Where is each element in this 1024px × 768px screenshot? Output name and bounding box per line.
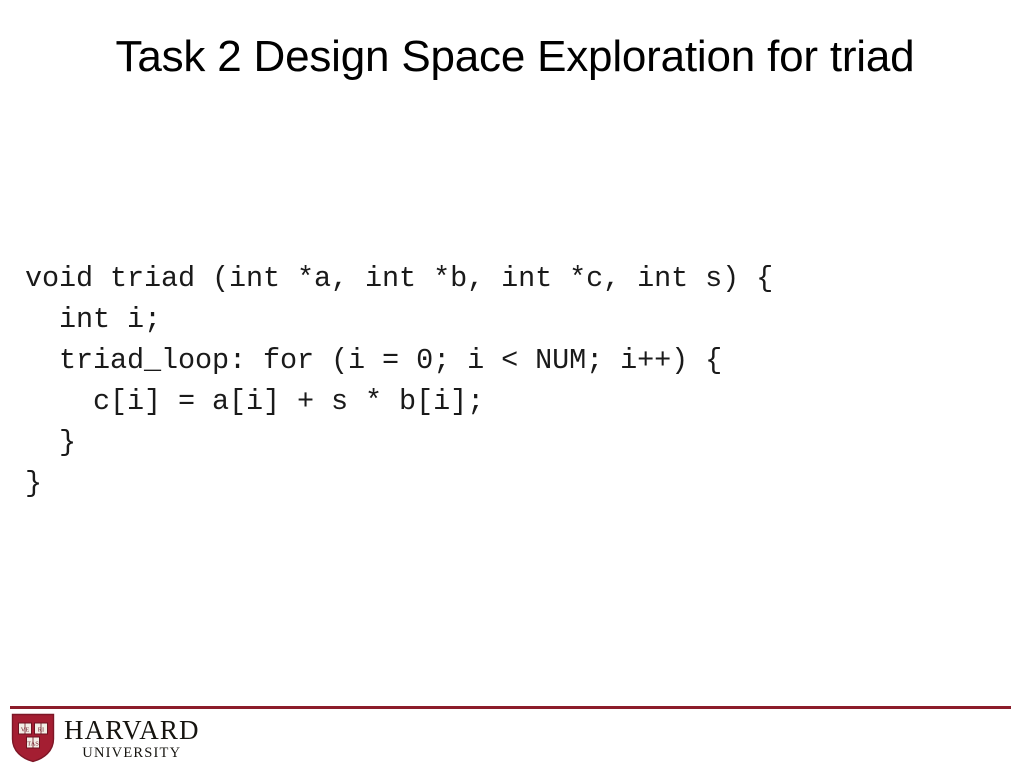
page-title: Task 2 Design Space Exploration for tria…	[115, 32, 915, 81]
title-block: Task 2 Design Space Exploration for tria…	[95, 30, 935, 84]
code-line: }	[25, 467, 43, 500]
svg-text:TAS: TAS	[27, 740, 39, 747]
code-block: void triad (int *a, int *b, int *c, int …	[25, 258, 985, 504]
code-line: c[i] = a[i] + s * b[i];	[25, 385, 485, 418]
harvard-shield-icon: VE RI TAS	[11, 713, 55, 763]
harvard-wordmark-sub: UNIVERSITY	[82, 744, 182, 761]
code-line: int i;	[25, 303, 162, 336]
code-line: void triad (int *a, int *b, int *c, int …	[25, 262, 774, 295]
harvard-wordmark-main: HARVARD	[64, 714, 200, 745]
slide: Task 2 Design Space Exploration for tria…	[0, 0, 1024, 768]
code-line: triad_loop: for (i = 0; i < NUM; i++) {	[25, 344, 723, 377]
svg-text:VE: VE	[21, 726, 30, 733]
svg-text:RI: RI	[38, 726, 44, 733]
footer-divider	[10, 706, 1011, 709]
code-line: }	[25, 426, 77, 459]
harvard-logo: VE RI TAS HARVARD UNIVERSITY	[11, 713, 200, 763]
harvard-wordmark: HARVARD UNIVERSITY	[64, 715, 200, 762]
